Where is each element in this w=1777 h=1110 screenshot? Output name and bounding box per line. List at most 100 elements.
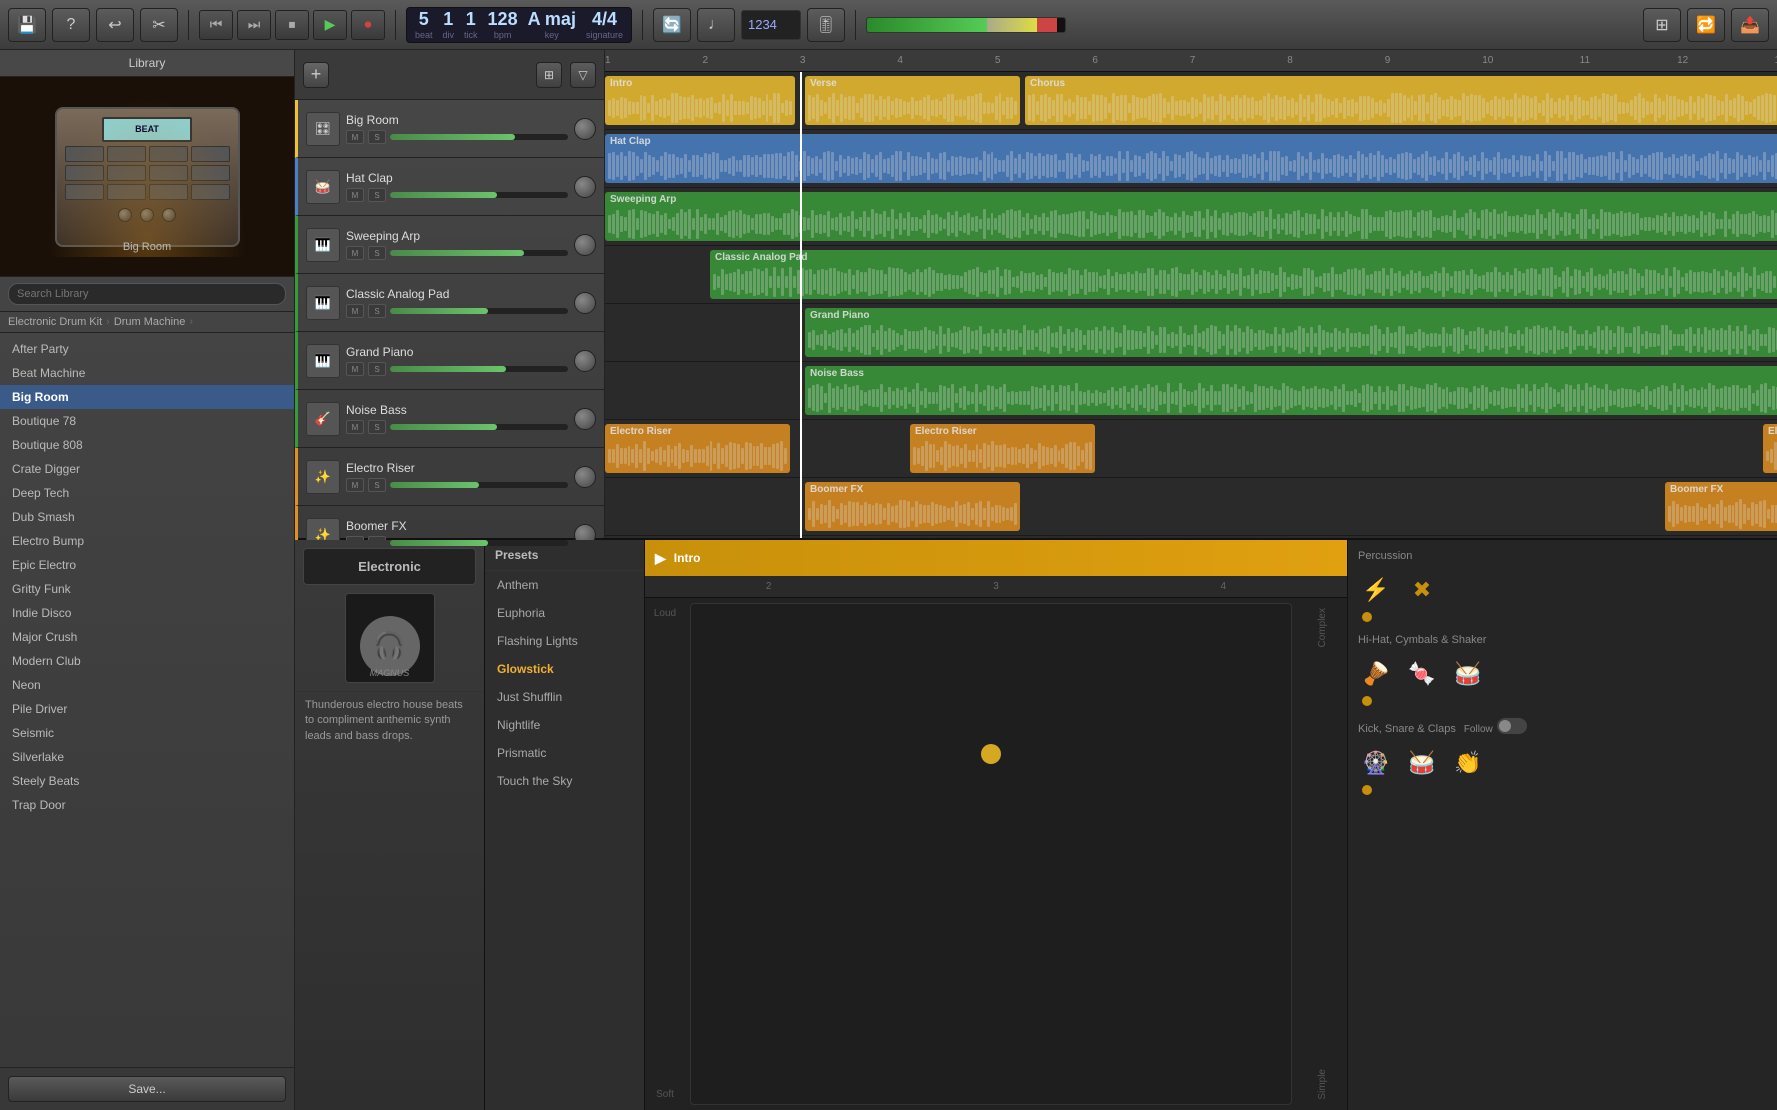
library-item[interactable]: Indie Disco <box>0 601 294 625</box>
track-mute-button[interactable]: M <box>346 130 364 144</box>
track-volume-knob[interactable] <box>574 408 596 430</box>
track-clip[interactable]: Boomer FX <box>1665 482 1777 531</box>
track-fader[interactable] <box>390 482 568 488</box>
sig-value: 4/4 <box>592 9 617 30</box>
preset-item[interactable]: Nightlife <box>485 711 644 739</box>
track-solo-button[interactable]: S <box>368 420 386 434</box>
preset-item[interactable]: Euphoria <box>485 599 644 627</box>
library-item[interactable]: Gritty Funk <box>0 577 294 601</box>
library-item[interactable]: Pile Driver <box>0 697 294 721</box>
track-clip[interactable]: Chorus <box>1025 76 1777 125</box>
library-item[interactable]: Big Room <box>0 385 294 409</box>
view-toggle-button[interactable]: ⊞ <box>1643 8 1681 42</box>
track-fader[interactable] <box>390 134 568 140</box>
track-clip[interactable]: Electro Riser <box>605 424 790 473</box>
rewind-button[interactable]: ⏮ <box>199 10 233 40</box>
track-volume-knob[interactable] <box>574 292 596 314</box>
track-clip[interactable]: Electro Riser <box>1763 424 1777 473</box>
track-solo-button[interactable]: S <box>368 130 386 144</box>
track-name: Grand Piano <box>346 345 568 359</box>
add-track-button[interactable]: + <box>303 62 329 88</box>
tracks-filter-button[interactable]: ▽ <box>570 62 596 88</box>
track-mute-button[interactable]: M <box>346 304 364 318</box>
library-item[interactable]: Silverlake <box>0 745 294 769</box>
library-item[interactable]: Crate Digger <box>0 457 294 481</box>
tick-label: tick <box>464 30 478 40</box>
preset-item[interactable]: Prismatic <box>485 739 644 767</box>
track-fader[interactable] <box>390 540 568 546</box>
library-item[interactable]: Boutique 808 <box>0 433 294 457</box>
preset-item[interactable]: Anthem <box>485 571 644 599</box>
track-mute-button[interactable]: M <box>346 420 364 434</box>
play-button[interactable]: ▶ <box>313 10 347 40</box>
track-mute-button[interactable]: M <box>346 246 364 260</box>
cut-button[interactable]: ✂ <box>140 8 178 42</box>
loop-browser-button[interactable]: 🔁 <box>1687 8 1725 42</box>
track-volume-knob[interactable] <box>574 466 596 488</box>
track-solo-button[interactable]: S <box>368 304 386 318</box>
track-solo-button[interactable]: S <box>368 246 386 260</box>
track-clip[interactable]: Classic Analog Pad <box>710 250 1777 299</box>
track-mute-button[interactable]: M <box>346 362 364 376</box>
track-volume-knob[interactable] <box>574 118 596 140</box>
track-solo-button[interactable]: S <box>368 478 386 492</box>
library-item[interactable]: Epic Electro <box>0 553 294 577</box>
tracks-options-button[interactable]: ⊞ <box>536 62 562 88</box>
track-clip[interactable]: Boomer FX <box>805 482 1020 531</box>
track-mute-button[interactable]: M <box>346 478 364 492</box>
track-fader[interactable] <box>390 250 568 256</box>
tracks-timeline[interactable]: IntroVerseChorus Hat Clap Sweeping Arp Clas… <box>605 72 1777 538</box>
library-item[interactable]: Trap Door <box>0 793 294 817</box>
stop-button[interactable]: ⏹ <box>275 10 309 40</box>
preset-item[interactable]: Just Shufflin <box>485 683 644 711</box>
track-mute-button[interactable]: M <box>346 188 364 202</box>
track-info: Grand Piano M S <box>346 345 568 376</box>
track-fader[interactable] <box>390 424 568 430</box>
save-button[interactable]: Save... <box>8 1076 286 1102</box>
track-clip[interactable]: Grand Piano <box>805 308 1777 357</box>
track-clip[interactable]: Intro <box>605 76 795 125</box>
media-browser-button[interactable]: 📤 <box>1731 8 1769 42</box>
track-clip[interactable]: Hat Clap <box>605 134 1777 183</box>
track-fader[interactable] <box>390 366 568 372</box>
timeline-track-row: Sweeping Arp <box>605 188 1777 246</box>
cycle-button[interactable]: 🔄 <box>653 8 691 42</box>
library-item[interactable]: Seismic <box>0 721 294 745</box>
instrument-icon: 🎡 <box>1358 745 1394 781</box>
track-volume-knob[interactable] <box>574 350 596 372</box>
library-item[interactable]: After Party <box>0 337 294 361</box>
library-item[interactable]: Deep Tech <box>0 481 294 505</box>
library-item[interactable]: Electro Bump <box>0 529 294 553</box>
library-item[interactable]: Modern Club <box>0 649 294 673</box>
track-volume-knob[interactable] <box>574 176 596 198</box>
beat-dot[interactable] <box>981 744 1001 764</box>
track-solo-button[interactable]: S <box>368 188 386 202</box>
breadcrumb-arrow: › <box>106 316 110 328</box>
master-button[interactable]: 🎚 <box>807 8 845 42</box>
library-item[interactable]: Boutique 78 <box>0 409 294 433</box>
library-item[interactable]: Steely Beats <box>0 769 294 793</box>
track-clip[interactable]: Sweeping Arp <box>605 192 1777 241</box>
track-fader[interactable] <box>390 308 568 314</box>
track-clip[interactable]: Electro Riser <box>910 424 1095 473</box>
search-input[interactable] <box>8 283 286 305</box>
track-clip[interactable]: Noise Bass <box>805 366 1777 415</box>
library-item[interactable]: Major Crush <box>0 625 294 649</box>
track-name: Boomer FX <box>346 519 568 533</box>
track-solo-button[interactable]: S <box>368 362 386 376</box>
record-button[interactable]: ⏺ <box>351 10 385 40</box>
help-button[interactable]: ? <box>52 8 90 42</box>
track-clip[interactable]: Verse <box>805 76 1020 125</box>
track-fader[interactable] <box>390 192 568 198</box>
preset-item[interactable]: Touch the Sky <box>485 767 644 795</box>
preset-item[interactable]: Glowstick <box>485 655 644 683</box>
undo-button[interactable]: ↩ <box>96 8 134 42</box>
preset-item[interactable]: Flashing Lights <box>485 627 644 655</box>
library-item[interactable]: Beat Machine <box>0 361 294 385</box>
save-button[interactable]: 💾 <box>8 8 46 42</box>
library-item[interactable]: Dub Smash <box>0 505 294 529</box>
library-item[interactable]: Neon <box>0 673 294 697</box>
track-volume-knob[interactable] <box>574 234 596 256</box>
fastforward-button[interactable]: ⏭ <box>237 10 271 40</box>
metronome-button[interactable]: ♩ <box>697 8 735 42</box>
